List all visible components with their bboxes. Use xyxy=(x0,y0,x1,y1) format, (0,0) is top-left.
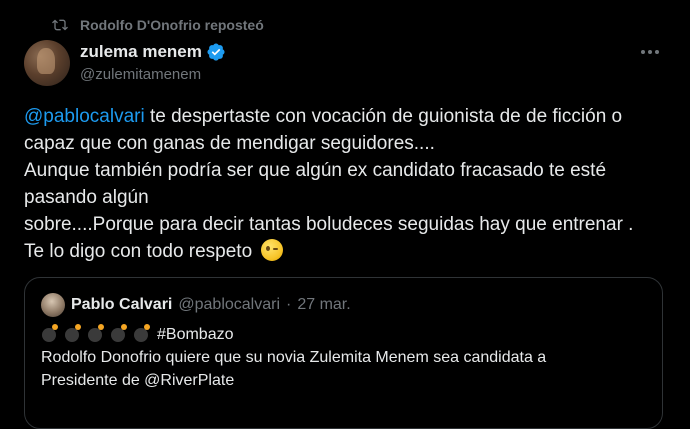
bomb-emoji-icon xyxy=(110,324,128,342)
repost-indicator[interactable]: Rodolfo D'Onofrio reposteó xyxy=(52,14,264,36)
bomb-emoji-icon xyxy=(64,324,82,342)
more-options-icon-dot xyxy=(648,50,652,54)
post-text-segment: Te lo digo con todo respeto xyxy=(24,241,253,262)
quoted-post-text: #Bombazo Rodolfo Donofrio quiere que su … xyxy=(41,323,651,392)
avatar[interactable] xyxy=(24,40,70,86)
author-display-name[interactable]: zulema menem xyxy=(80,42,202,62)
post-text-segment: te despertaste con vocación de guionista… xyxy=(144,106,623,127)
mention-link[interactable]: @pablocalvari xyxy=(24,106,145,127)
post-line: Aunque también podría ser que algún ex c… xyxy=(24,160,607,181)
verified-badge-icon[interactable] xyxy=(206,42,226,62)
bomb-emoji-row xyxy=(41,324,151,342)
bomb-emoji-icon xyxy=(87,324,105,342)
quoted-author-avatar xyxy=(41,293,65,317)
quoted-author-name: Pablo Calvari xyxy=(71,296,173,313)
post-text: @pablocalvari te despertaste con vocació… xyxy=(24,103,664,265)
post-line: pasando algún xyxy=(24,187,149,208)
repost-label: Rodolfo D'Onofrio reposteó xyxy=(80,17,264,33)
author-name-line: zulema menem xyxy=(80,40,226,64)
post-line: @pablocalvari te despertaste con vocació… xyxy=(24,103,664,130)
more-options-icon-dot xyxy=(655,50,659,54)
quoted-author-handle: @pablocalvari xyxy=(178,296,280,313)
bomb-emoji-icon xyxy=(133,324,151,342)
quoted-post-card[interactable]: Pablo Calvari @pablocalvari · 27 mar. #B… xyxy=(24,277,663,429)
quoted-post-date: 27 mar. xyxy=(297,296,351,313)
post-line: sobre....Porque para decir tantas bolude… xyxy=(24,214,634,235)
repost-icon xyxy=(52,19,68,31)
author-block: zulema menem @zulemitamenem xyxy=(80,40,226,83)
post-line: capaz que con ganas de mendigar seguidor… xyxy=(24,133,435,154)
avatar-figure xyxy=(37,48,55,74)
winking-face-emoji xyxy=(261,239,284,261)
more-options-icon xyxy=(641,50,645,54)
quoted-separator: · xyxy=(286,296,292,313)
post-line: Te lo digo con todo respeto xyxy=(24,238,664,265)
bomb-emoji-icon xyxy=(41,324,59,342)
more-options-button[interactable] xyxy=(636,40,664,64)
quoted-post-line: Rodolfo Donofrio quiere que su novia Zul… xyxy=(41,349,547,366)
hashtag: #Bombazo xyxy=(157,326,234,343)
quoted-post-line: Presidente de @RiverPlate xyxy=(41,372,235,389)
quoted-post-line: #Bombazo xyxy=(41,323,651,346)
quoted-post-header: Pablo Calvari @pablocalvari · 27 mar. xyxy=(41,293,351,317)
author-handle[interactable]: @zulemitamenem xyxy=(80,66,226,83)
